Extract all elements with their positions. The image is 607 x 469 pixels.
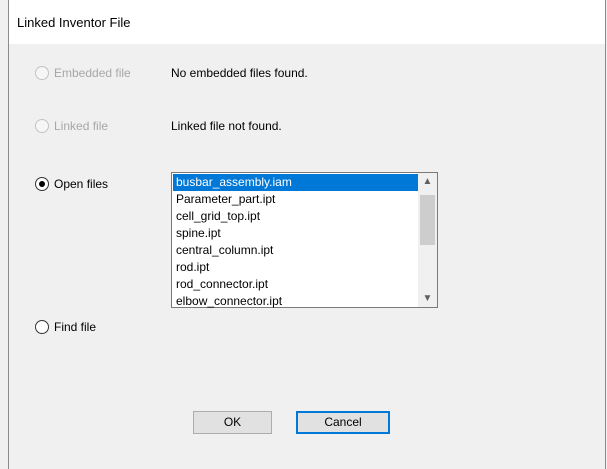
- linked-inventor-file-dialog: Linked Inventor File Embedded file No em…: [8, 0, 606, 469]
- linked-file-radio: [35, 119, 49, 133]
- file-list-item[interactable]: elbow_connector.ipt: [173, 293, 418, 310]
- find-file-option[interactable]: Find file: [35, 318, 96, 336]
- open-files-listbox[interactable]: busbar_assembly.iam Parameter_part.ipt cel…: [171, 172, 438, 308]
- file-list-item[interactable]: rod.ipt: [173, 259, 418, 276]
- open-files-label[interactable]: Open files: [54, 177, 108, 191]
- file-list: busbar_assembly.iam Parameter_part.ipt cel…: [173, 174, 418, 310]
- scroll-down-icon[interactable]: ▼: [418, 290, 437, 307]
- dialog-title: Linked Inventor File: [17, 15, 131, 30]
- file-list-item[interactable]: central_column.ipt: [173, 242, 418, 259]
- embedded-file-option: Embedded file: [35, 64, 131, 82]
- open-files-radio[interactable]: [35, 177, 49, 191]
- linked-file-label: Linked file: [54, 119, 109, 133]
- embedded-file-info: No embedded files found.: [171, 66, 308, 80]
- linked-file-option: Linked file: [35, 117, 108, 135]
- embedded-file-radio: [35, 66, 49, 80]
- open-files-option[interactable]: Open files: [35, 175, 108, 193]
- file-list-item[interactable]: Parameter_part.ipt: [173, 191, 418, 208]
- file-list-item[interactable]: busbar_assembly.iam: [173, 174, 418, 191]
- vertical-scrollbar[interactable]: ▲ ▼: [418, 173, 437, 307]
- title-bar: Linked Inventor File: [9, 0, 605, 44]
- scroll-up-icon[interactable]: ▲: [418, 173, 437, 190]
- scroll-thumb[interactable]: [420, 195, 435, 245]
- cancel-button[interactable]: Cancel: [296, 411, 390, 434]
- file-list-item[interactable]: cell_grid_top.ipt: [173, 208, 418, 225]
- linked-file-info: Linked file not found.: [171, 119, 282, 133]
- find-file-radio[interactable]: [35, 320, 49, 334]
- embedded-file-label: Embedded file: [54, 66, 131, 80]
- ok-button[interactable]: OK: [193, 411, 272, 434]
- find-file-label[interactable]: Find file: [54, 320, 96, 334]
- file-list-item[interactable]: rod_connector.ipt: [173, 276, 418, 293]
- file-list-item[interactable]: spine.ipt: [173, 225, 418, 242]
